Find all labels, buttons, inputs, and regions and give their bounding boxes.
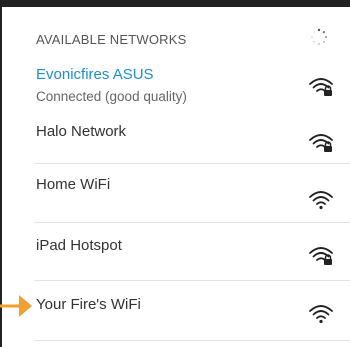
divider: [34, 222, 350, 223]
network-name: Halo Network: [36, 123, 127, 140]
wifi-lock-icon: [309, 134, 333, 152]
divider: [34, 340, 350, 341]
wifi-lock-icon: [309, 247, 333, 265]
network-name: Evonicfires ASUS: [36, 66, 154, 83]
wifi-icon: [309, 191, 333, 210]
network-item-ipad-hotspot[interactable]: iPad Hotspot: [0, 230, 350, 286]
loading-spinner-icon: [311, 28, 327, 45]
network-item-your-fires-wifi[interactable]: Your Fire's WiFi: [0, 288, 350, 344]
network-name: iPad Hotspot: [36, 237, 122, 254]
network-name: Home WiFi: [36, 176, 111, 193]
network-item-halo-network[interactable]: Halo Network: [0, 118, 350, 174]
wifi-lock-icon: [309, 78, 333, 96]
wifi-icon: [309, 305, 333, 324]
divider: [34, 280, 350, 281]
network-item-evonicfires-asus[interactable]: Evonicfires ASUS Connected (good quality…: [0, 58, 350, 118]
divider: [34, 163, 350, 164]
network-name: Your Fire's WiFi: [36, 296, 141, 313]
orange-arrow-icon: [0, 295, 32, 317]
window-top-border: [0, 0, 350, 7]
network-status: Connected (good quality): [36, 89, 187, 104]
network-item-home-wifi[interactable]: Home WiFi: [0, 172, 350, 228]
section-title: AVAILABLE NETWORKS: [36, 32, 187, 47]
